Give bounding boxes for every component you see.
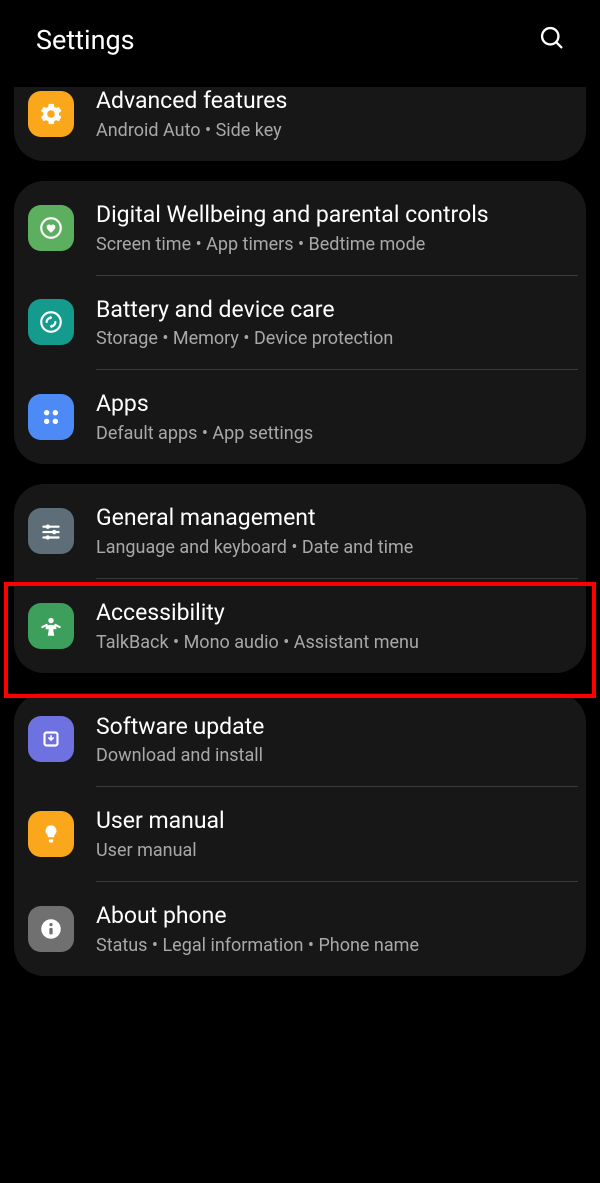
download-icon [28, 716, 74, 762]
item-subtitle: Status • Legal information • Phone name [96, 935, 564, 956]
settings-group: Digital Wellbeing and parental controls S… [14, 181, 586, 464]
sliders-icon [28, 508, 74, 554]
item-text: General management Language and keyboard … [96, 504, 564, 558]
item-title: User manual [96, 807, 564, 836]
person-icon [28, 603, 74, 649]
item-subtitle: Storage • Memory • Device protection [96, 328, 564, 349]
item-text: Software update Download and install [96, 713, 564, 767]
item-text: Advanced features Android Auto • Side key [96, 87, 564, 141]
item-title: Software update [96, 713, 564, 742]
settings-item-accessibility[interactable]: Accessibility TalkBack • Mono audio • Ass… [14, 579, 586, 673]
search-button[interactable] [534, 20, 570, 59]
item-text: Apps Default apps • App settings [96, 390, 564, 444]
page-title: Settings [36, 24, 135, 56]
grid-icon [28, 394, 74, 440]
settings-item-battery-and-device-care[interactable]: Battery and device care Storage • Memory … [14, 276, 586, 370]
item-title: About phone [96, 902, 564, 931]
settings-group: Advanced features Android Auto • Side key [14, 87, 586, 161]
settings-item-about-phone[interactable]: About phone Status • Legal information • … [14, 882, 586, 976]
item-subtitle: User manual [96, 840, 564, 861]
settings-item-general-management[interactable]: General management Language and keyboard … [14, 484, 586, 578]
item-subtitle: Download and install [96, 745, 564, 766]
settings-group: General management Language and keyboard … [14, 484, 586, 673]
gear-icon [28, 91, 74, 137]
item-title: Advanced features [96, 87, 564, 116]
settings-item-digital-wellbeing-and-parental-controls[interactable]: Digital Wellbeing and parental controls S… [14, 181, 586, 275]
item-title: Accessibility [96, 599, 564, 628]
item-subtitle: Screen time • App timers • Bedtime mode [96, 234, 564, 255]
settings-item-advanced-features[interactable]: Advanced features Android Auto • Side key [14, 87, 586, 161]
item-subtitle: Default apps • App settings [96, 423, 564, 444]
item-title: Battery and device care [96, 296, 564, 325]
item-text: About phone Status • Legal information • … [96, 902, 564, 956]
item-title: Digital Wellbeing and parental controls [96, 201, 564, 230]
settings-group: Software update Download and install User … [14, 693, 586, 976]
item-title: Apps [96, 390, 564, 419]
item-subtitle: Language and keyboard • Date and time [96, 537, 564, 558]
header: Settings [0, 0, 600, 77]
heart-icon [28, 205, 74, 251]
settings-list: Advanced features Android Auto • Side key… [0, 87, 600, 976]
settings-item-software-update[interactable]: Software update Download and install [14, 693, 586, 787]
item-title: General management [96, 504, 564, 533]
item-text: User manual User manual [96, 807, 564, 861]
item-subtitle: Android Auto • Side key [96, 120, 564, 141]
item-subtitle: TalkBack • Mono audio • Assistant menu [96, 632, 564, 653]
settings-item-user-manual[interactable]: User manual User manual [14, 787, 586, 881]
refresh-icon [28, 299, 74, 345]
bulb-icon [28, 811, 74, 857]
item-text: Digital Wellbeing and parental controls S… [96, 201, 564, 255]
search-icon [538, 40, 566, 55]
item-text: Accessibility TalkBack • Mono audio • Ass… [96, 599, 564, 653]
item-text: Battery and device care Storage • Memory … [96, 296, 564, 350]
settings-item-apps[interactable]: Apps Default apps • App settings [14, 370, 586, 464]
info-icon [28, 906, 74, 952]
